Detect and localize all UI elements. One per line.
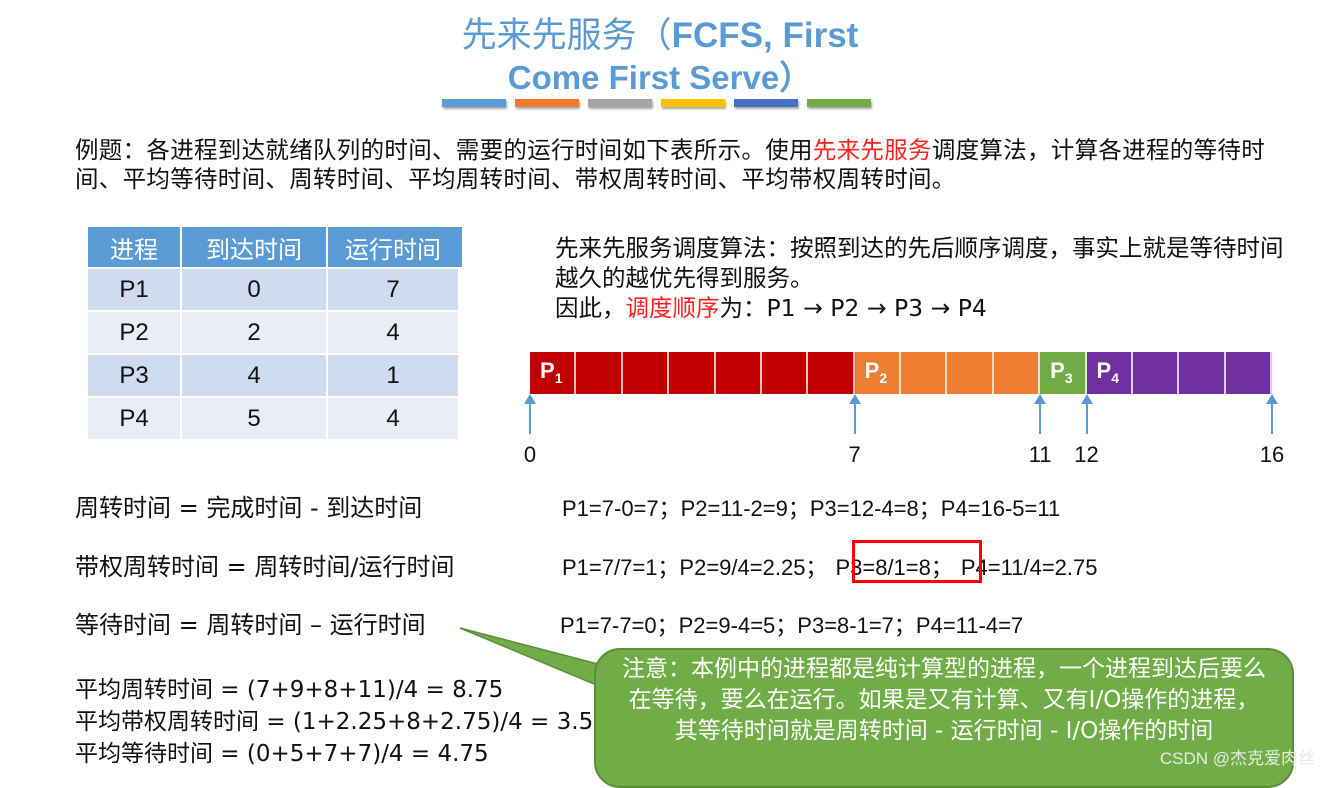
gantt-segment-p4: P4	[1086, 352, 1272, 394]
gantt-label-subscript: 2	[879, 370, 888, 386]
gantt-label-subscript: 1	[554, 370, 563, 386]
time-arrow-icon	[1080, 394, 1093, 434]
deco-bar	[661, 99, 725, 107]
gantt-unit-cell	[623, 352, 670, 394]
cell-runtime: 1	[328, 355, 458, 396]
formula-weighted: 带权周转时间 = 周转时间/运行时间	[75, 553, 455, 581]
cell-process: P3	[88, 355, 180, 396]
gantt-unit-cell	[669, 352, 716, 394]
gantt-unit-cell	[1226, 352, 1272, 394]
header-process: 进程	[88, 227, 180, 267]
deco-bar	[442, 99, 506, 107]
cell-arrival: 0	[182, 269, 326, 310]
table-row: P4 5 4	[88, 398, 458, 439]
cell-process: P2	[88, 312, 180, 353]
table-header-row: 进程 到达时间 运行时间	[88, 227, 458, 267]
cell-arrival: 2	[182, 312, 326, 353]
explain-highlight: 调度顺序	[625, 294, 720, 322]
algorithm-explanation: 先来先服务调度算法：按照到达的先后顺序调度，事实上就是等待时间越久的越优先得到服…	[555, 233, 1295, 323]
gantt-segment-label: P3	[1050, 358, 1073, 386]
title-decoration-bars	[442, 99, 871, 107]
cell-runtime: 4	[328, 312, 458, 353]
gantt-unit-cell	[947, 352, 994, 394]
explain-prefix: 因此，	[555, 294, 626, 322]
header-runtime: 运行时间	[328, 227, 458, 267]
cell-arrival: 5	[182, 398, 326, 439]
gantt-unit-cell	[808, 352, 855, 394]
deco-bar	[588, 99, 652, 107]
table-row: P2 2 4	[88, 312, 458, 353]
table-row: P3 4 1	[88, 355, 458, 396]
time-arrow-icon	[524, 394, 536, 434]
calc-turnaround: P1=7-0=7；P2=11-2=9；P3=12-4=8；P4=16-5=11	[562, 496, 1061, 521]
gantt-segment-label: P1	[540, 358, 563, 386]
gantt-segment-label: P4	[1096, 358, 1119, 386]
gantt-segment-p2: P2	[854, 352, 1041, 394]
gantt-label-subscript: 3	[1064, 370, 1073, 386]
cell-arrival: 4	[182, 355, 326, 396]
cell-runtime: 7	[328, 269, 458, 310]
time-arrow-icon	[1034, 394, 1047, 434]
avg-turnaround: 平均周转时间 = (7+9+8+11)/4 = 8.75	[75, 677, 504, 703]
time-arrow-icon	[848, 394, 861, 434]
gantt-unit-cell	[762, 352, 809, 394]
deco-bar	[807, 99, 871, 107]
cell-process: P1	[88, 269, 180, 310]
time-tick-label: 16	[1259, 442, 1285, 467]
header-arrival: 到达时间	[182, 227, 326, 267]
calc-weighted: P1=7/7=1；P2=9/4=2.25； P3=8/1=8； P4=11/4=2.…	[562, 550, 1097, 582]
gantt-segment-p3: P3	[1040, 352, 1087, 394]
intro-text-1: 例题：各进程到达就绪队列的时间、需要的运行时间如下表所示。使用	[75, 136, 813, 164]
process-table: 进程 到达时间 运行时间 P1 0 7 P2 2 4 P3 4 1 P4 5 4	[86, 225, 460, 441]
gantt-unit-cell	[1179, 352, 1226, 394]
callout-text: 注意：本例中的进程都是纯计算型的进程，一个进程到达后要么在等待，要么在运行。如果…	[622, 656, 1266, 744]
problem-statement: 例题：各进程到达就绪队列的时间、需要的运行时间如下表所示。使用先来先服务调度算法…	[75, 136, 1275, 194]
table-row: P1 0 7	[88, 269, 458, 310]
time-tick-label: 0	[523, 442, 537, 467]
slide-title: 先来先服务（FCFS, First Come First Serve）	[430, 14, 890, 98]
gantt-chart: P1 P2 P3 P4	[530, 352, 1275, 394]
table-edge	[458, 227, 462, 267]
time-tick-label: 7	[848, 442, 861, 467]
cell-process: P4	[88, 398, 180, 439]
cell-runtime: 4	[328, 398, 458, 439]
title-en: FCFS, First	[671, 16, 859, 55]
title-cn: 先来先服务（	[461, 16, 672, 55]
deco-bar	[515, 99, 579, 107]
avg-weighted: 平均带权周转时间 = (1+2.25+8+2.75)/4 = 3.5	[75, 709, 594, 735]
explain-line-2: 因此，调度顺序为：P1 → P2 → P3 → P4	[555, 293, 1295, 323]
watermark: CSDN @杰克爱肉丝	[1159, 749, 1315, 768]
highlight-box	[852, 540, 982, 583]
gantt-segment-p1: P1	[530, 352, 855, 394]
gantt-unit-cell	[716, 352, 762, 394]
deco-bar	[734, 99, 798, 107]
gantt-segment-label: P2	[864, 358, 888, 386]
avg-waiting: 平均等待时间 = (0+5+7+7)/4 = 4.75	[75, 741, 489, 767]
title-line-2: Come First Serve）	[507, 59, 813, 96]
formula-waiting: 等待时间 = 周转时间 – 运行时间	[75, 611, 426, 639]
time-arrow-icon	[1266, 394, 1278, 434]
time-tick-label: 11	[1028, 442, 1052, 467]
explain-order: 为：P1 → P2 → P3 → P4	[719, 294, 987, 322]
title-line-1: 先来先服务（FCFS, First	[430, 14, 890, 58]
gantt-unit-cell	[994, 352, 1041, 394]
explain-line-1: 先来先服务调度算法：按照到达的先后顺序调度，事实上就是等待时间越久的越优先得到服…	[555, 234, 1284, 292]
intro-highlight: 先来先服务	[812, 136, 932, 164]
gantt-unit-cell	[901, 352, 948, 394]
gantt-label-subscript: 4	[1111, 370, 1119, 386]
gantt-unit-cell	[1133, 352, 1180, 394]
calc-weighted-a: P1=7/7=1；P2=9/4=2.25；	[562, 555, 828, 580]
gantt-unit-cell	[576, 352, 623, 394]
time-tick-label: 12	[1074, 442, 1099, 467]
formula-turnaround: 周转时间 = 完成时间 - 到达时间	[75, 494, 423, 522]
